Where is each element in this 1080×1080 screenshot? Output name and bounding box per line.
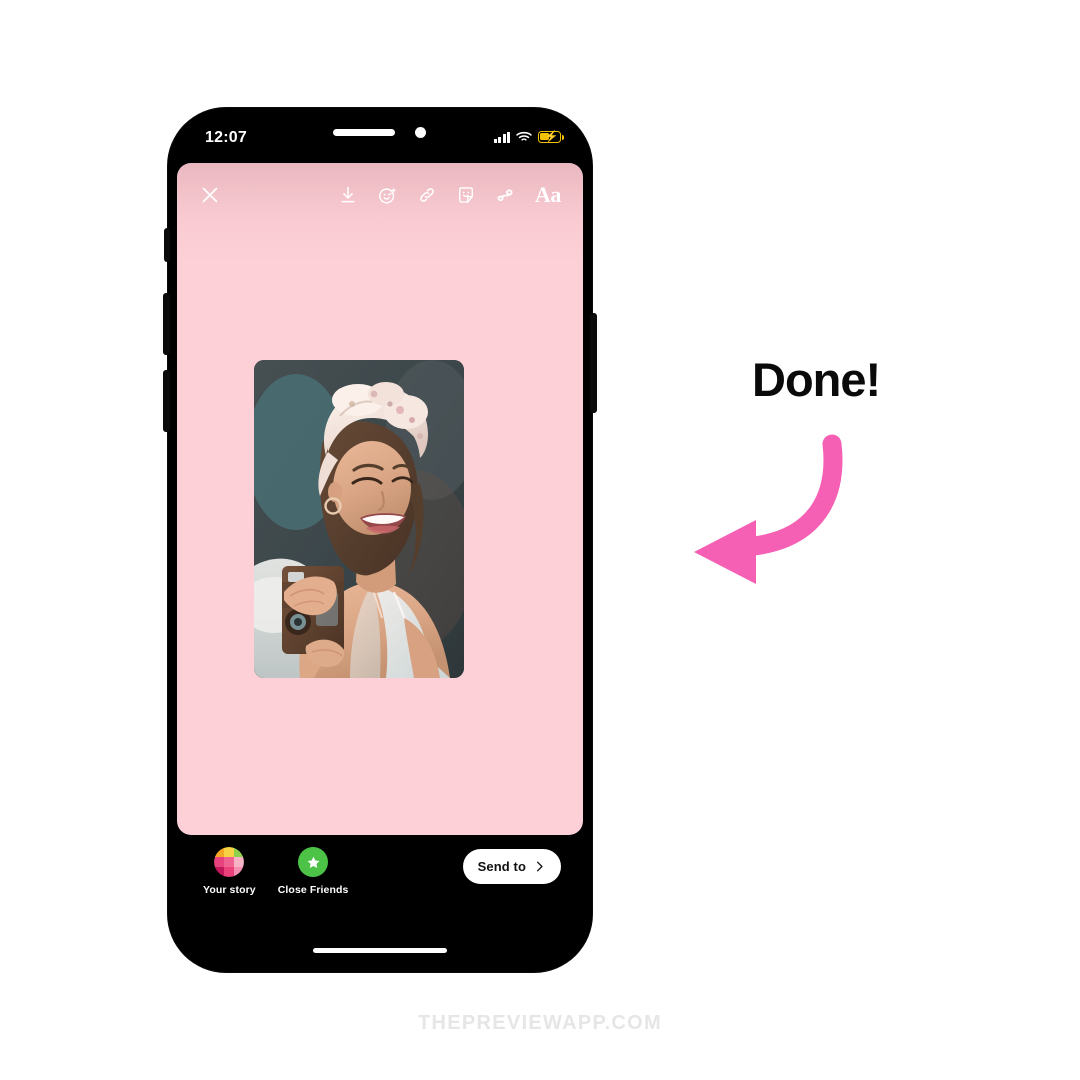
toolbar-actions: Aa xyxy=(338,184,561,206)
silent-switch-button[interactable] xyxy=(164,228,170,262)
wifi-icon xyxy=(516,131,532,141)
story-photo[interactable] xyxy=(254,360,464,678)
story-toolbar: Aa xyxy=(177,175,583,215)
send-to-button[interactable]: Send to xyxy=(462,849,561,884)
draw-icon[interactable] xyxy=(495,185,516,206)
your-story-label: Your story xyxy=(203,884,256,896)
audience-options: Your story Close Friends xyxy=(203,847,348,896)
power-button[interactable] xyxy=(590,313,597,413)
phone-mockup: Aa 12:07 ⚡ Your story Close Friends Send… xyxy=(163,108,597,972)
download-icon[interactable] xyxy=(338,185,358,205)
battery-charging-icon: ⚡ xyxy=(538,131,564,143)
story-canvas[interactable]: Aa xyxy=(177,163,583,835)
chevron-right-icon xyxy=(536,861,543,872)
close-friends-option[interactable]: Close Friends xyxy=(278,847,349,896)
text-icon[interactable]: Aa xyxy=(535,184,561,206)
your-story-option[interactable]: Your story xyxy=(203,847,256,896)
volume-down-button[interactable] xyxy=(163,370,170,432)
sticker-icon[interactable] xyxy=(456,185,476,205)
screenshot-root: Aa 12:07 ⚡ Your story Close Friends Send… xyxy=(0,0,1080,1080)
signal-bars-icon xyxy=(493,131,510,143)
close-icon[interactable] xyxy=(199,184,221,206)
effects-icon[interactable] xyxy=(377,185,398,206)
watermark: THEPREVIEWAPP.COM xyxy=(418,1012,662,1034)
curved-arrow-left-icon xyxy=(680,430,870,590)
close-friends-star-icon xyxy=(298,847,329,877)
story-photo-image xyxy=(254,360,464,678)
status-indicators: ⚡ xyxy=(493,131,564,143)
send-to-label: Send to xyxy=(477,859,526,874)
link-icon[interactable] xyxy=(417,185,437,205)
notch xyxy=(285,117,475,147)
share-bottom-bar: Your story Close Friends Send to xyxy=(177,835,583,963)
your-story-grid-icon xyxy=(214,847,245,877)
front-camera xyxy=(415,127,426,138)
phone-screen: Aa 12:07 ⚡ Your story Close Friends Send… xyxy=(177,117,583,963)
earpiece-speaker xyxy=(333,129,395,136)
close-friends-label: Close Friends xyxy=(277,884,349,896)
volume-up-button[interactable] xyxy=(163,293,170,355)
home-indicator[interactable] xyxy=(313,948,447,953)
done-annotation-text: Done! xyxy=(752,353,881,406)
status-time: 12:07 xyxy=(205,129,247,146)
